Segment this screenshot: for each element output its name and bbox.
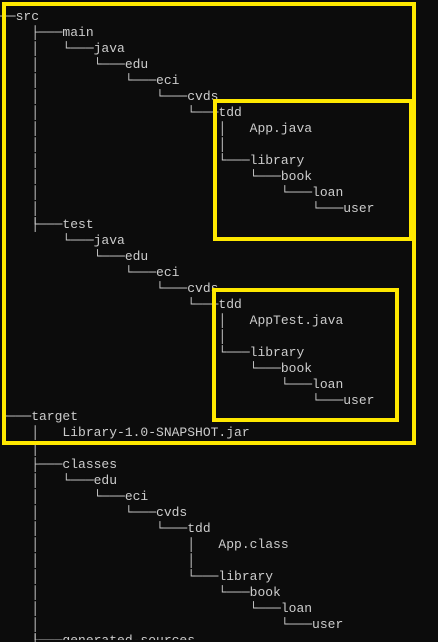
tree-line-main-tdd: │ └───tdd <box>0 105 242 120</box>
tree-line-apptest-java: │ AppTest.java <box>0 313 344 328</box>
tree-line-main-loan: │ └───loan <box>0 185 344 200</box>
tree-line-classes: ├───classes <box>0 457 118 472</box>
tree-line-main-user: │ └───user <box>0 201 375 216</box>
tree-line-main: ├───main <box>0 25 94 40</box>
tree-line-classes-user: │ └───user <box>0 617 344 632</box>
tree-line-jar: │ Library-1.0-SNAPSHOT.jar <box>0 425 250 440</box>
tree-line-src: ──src <box>0 9 40 24</box>
tree-line-classes-eci: │ └───eci <box>0 489 149 504</box>
tree-line-main-book: │ └───book <box>0 169 313 184</box>
tree-line-spacer: │ │ <box>0 137 227 152</box>
tree-line-spacer: │ │ <box>0 553 196 568</box>
tree-line-app-class: │ │ App.class <box>0 537 289 552</box>
tree-line-classes-book: │ └───book <box>0 585 281 600</box>
tree-line-main-java: │ └───java <box>0 41 125 56</box>
tree-line-main-cvds: │ └───cvds <box>0 89 219 104</box>
tree-line-app-java: │ │ App.java <box>0 121 313 136</box>
terminal-window: ──src ├───main │ └───java │ └───edu │ └─… <box>0 0 438 642</box>
tree-line-classes-cvds: │ └───cvds <box>0 505 188 520</box>
tree-line-test-library: └───library <box>0 345 305 360</box>
tree-line-classes-library: │ └───library <box>0 569 274 584</box>
tree-line-target: └───target <box>0 409 79 424</box>
tree-line-classes-tdd: │ └───tdd <box>0 521 211 536</box>
tree-line-spacer: │ <box>0 441 40 456</box>
tree-line-test: └───test <box>0 217 94 232</box>
tree-line-test-cvds: └───cvds <box>0 281 219 296</box>
tree-line-main-library: │ └───library <box>0 153 305 168</box>
tree-line-test-eci: └───eci <box>0 265 180 280</box>
tree-line-spacer: │ <box>0 329 227 344</box>
tree-line-main-eci: │ └───eci <box>0 73 180 88</box>
tree-line-classes-loan: │ └───loan <box>0 601 313 616</box>
tree-line-test-loan: └───loan <box>0 377 344 392</box>
tree-line-test-tdd: └───tdd <box>0 297 242 312</box>
tree-line-test-user: └───user <box>0 393 375 408</box>
tree-line-classes-edu: │ └───edu <box>0 473 118 488</box>
tree-line-main-edu: │ └───edu <box>0 57 149 72</box>
tree-line-test-java: └───java <box>0 233 125 248</box>
tree-line-test-book: └───book <box>0 361 313 376</box>
tree-line-test-edu: └───edu <box>0 249 149 264</box>
